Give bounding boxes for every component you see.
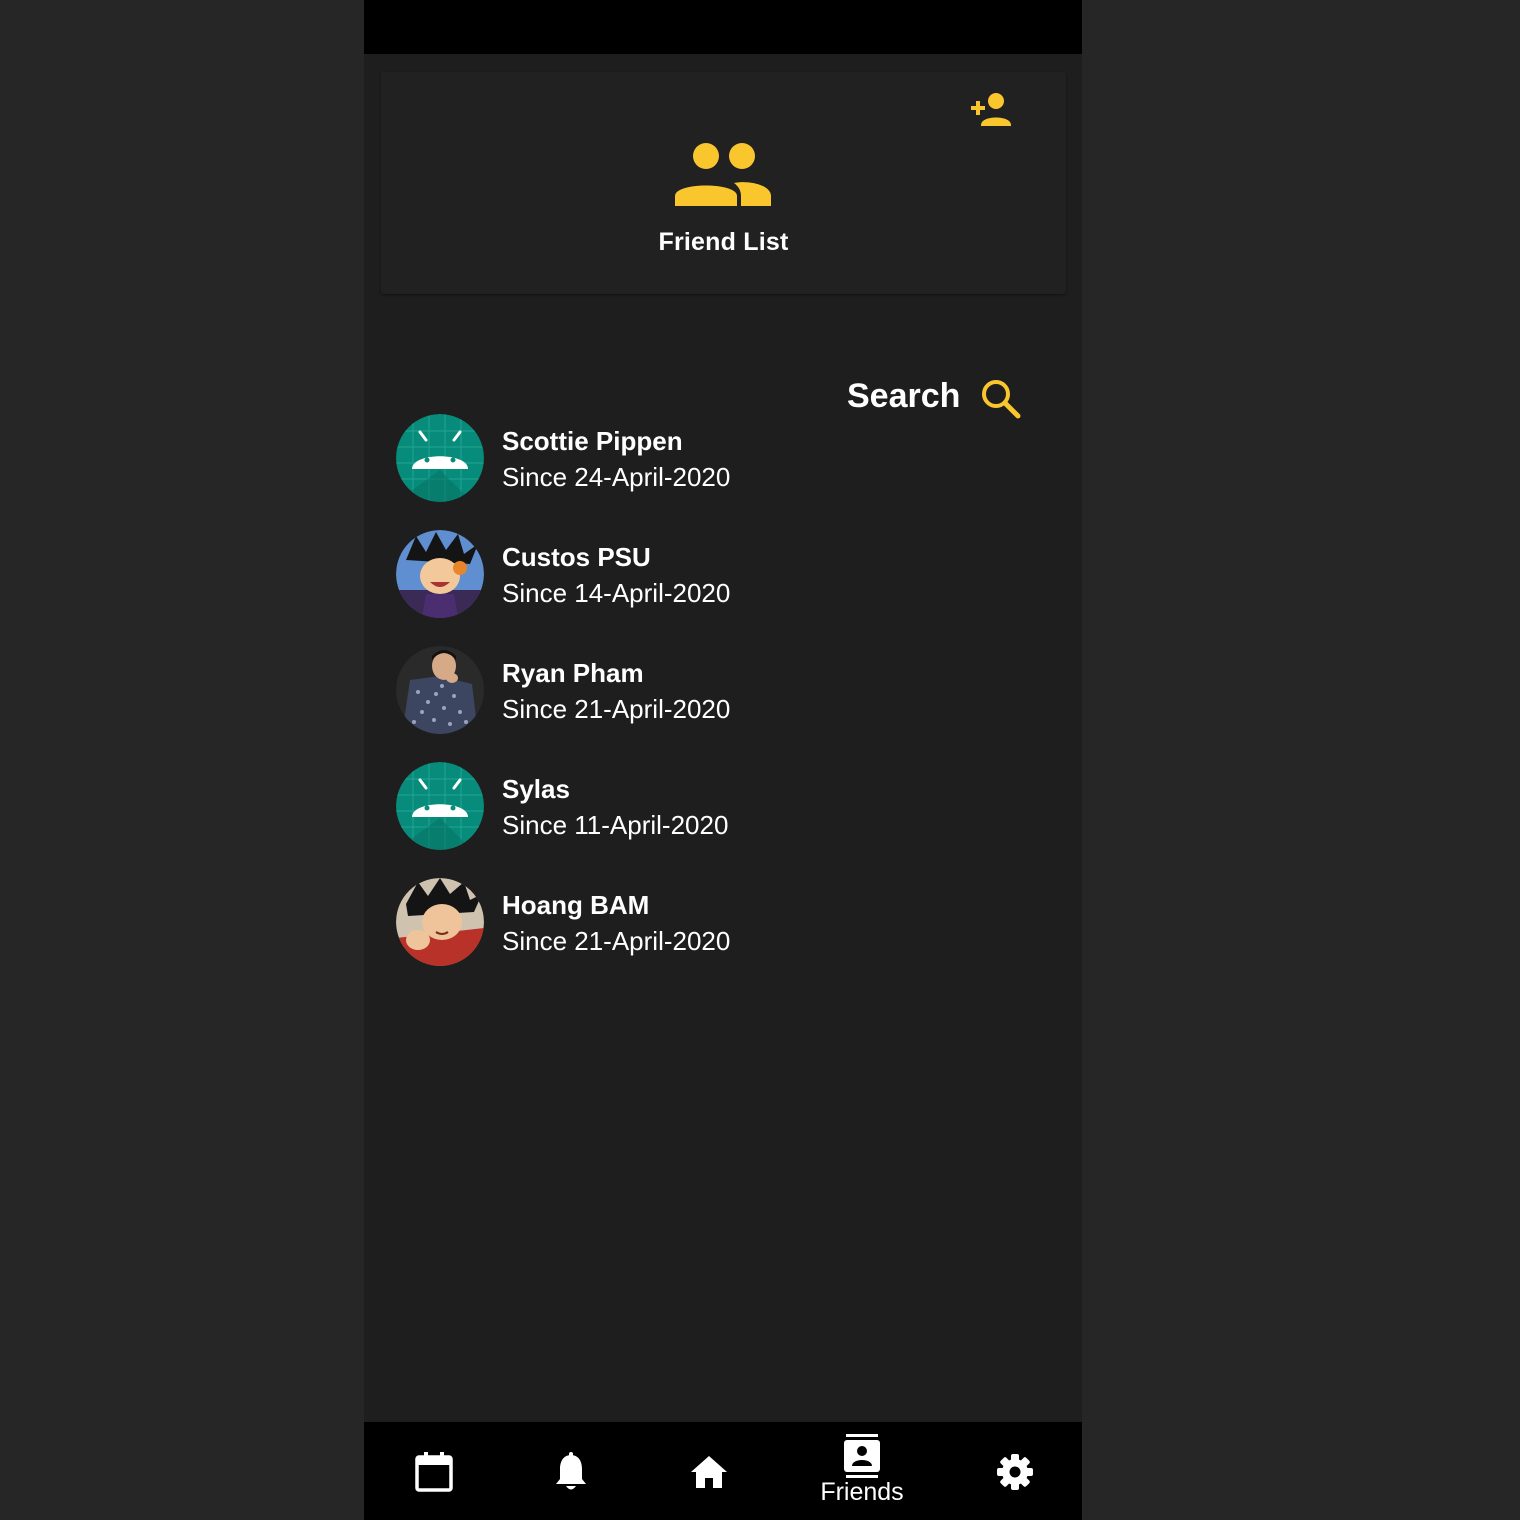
friend-since-date: Since 14-April-2020 [502, 578, 731, 608]
photo-avatar [396, 530, 484, 618]
friend-name: Scottie Pippen [502, 426, 683, 456]
calendar-icon [415, 1452, 453, 1492]
nav-settings[interactable] [978, 1422, 1052, 1520]
gear-icon [997, 1454, 1033, 1490]
friend-row[interactable]: Scottie Pippen Since 24-April-2020 [364, 412, 1082, 512]
add-friend-button[interactable] [969, 92, 1017, 128]
bottom-navigation: Friends [364, 1422, 1082, 1520]
nav-calendar[interactable] [396, 1422, 470, 1520]
nav-friends[interactable]: Friends [806, 1422, 918, 1520]
photo-avatar [396, 646, 484, 734]
friend-name: Custos PSU [502, 542, 651, 572]
friend-row[interactable]: Ryan Pham Since 21-April-2020 [364, 644, 1082, 744]
friend-name: Hoang BAM [502, 890, 650, 920]
friend-since-date: Since 21-April-2020 [502, 694, 731, 724]
friend-since-date: Since 11-April-2020 [502, 810, 729, 840]
friend-row[interactable]: Hoang BAM Since 21-April-2020 [364, 876, 1082, 976]
bell-icon [556, 1452, 586, 1490]
person-add-icon [971, 93, 1011, 126]
status-bar [364, 0, 1082, 54]
friend-name: Sylas [502, 774, 570, 804]
android-default-avatar [396, 762, 484, 850]
friend-row[interactable]: Sylas Since 11-April-2020 [364, 760, 1082, 860]
home-icon [691, 1456, 727, 1488]
friend-since-date: Since 21-April-2020 [502, 926, 731, 956]
friend-row[interactable]: Custos PSU Since 14-April-2020 [364, 528, 1082, 628]
android-default-avatar [396, 414, 484, 502]
group-icon [675, 143, 771, 206]
friend-since-date: Since 24-April-2020 [502, 462, 731, 492]
friend-name: Ryan Pham [502, 658, 644, 688]
nav-home[interactable] [672, 1422, 746, 1520]
photo-avatar [396, 878, 484, 966]
nav-notifications[interactable] [534, 1422, 608, 1520]
contact-card-icon [844, 1434, 880, 1478]
app-screen: Friend List Search Scottie Pippen Since … [364, 0, 1082, 1520]
search-label[interactable]: Search [847, 377, 960, 416]
nav-friends-label: Friends [820, 1478, 904, 1506]
page-title: Friend List [658, 228, 789, 256]
header-card: Friend List [381, 72, 1066, 294]
